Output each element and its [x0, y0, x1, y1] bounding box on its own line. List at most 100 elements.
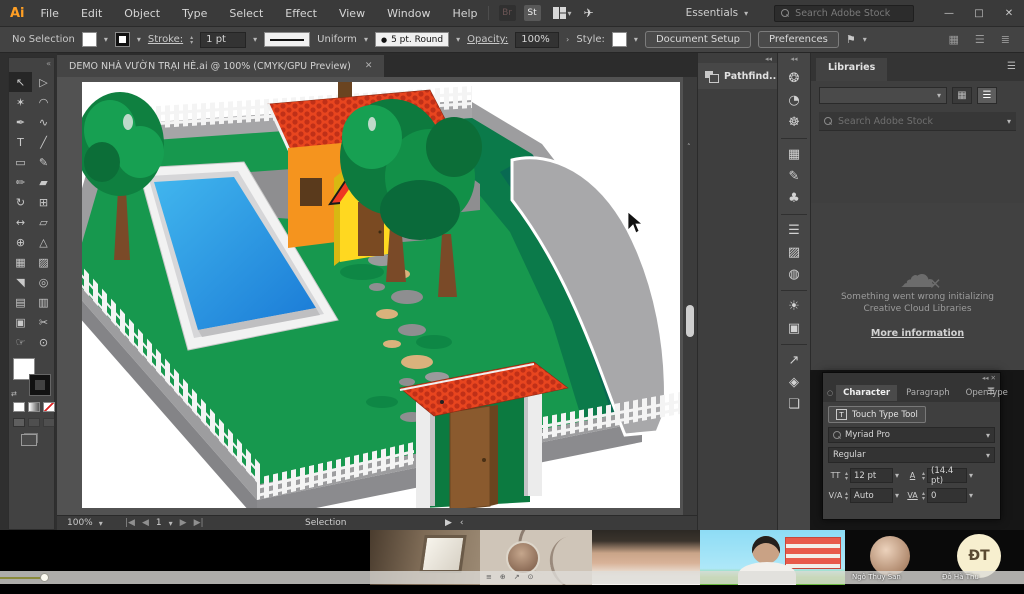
chevron-down-icon[interactable]: ▾ [456, 35, 460, 44]
mesh-tool[interactable]: ▦ [9, 252, 32, 272]
line-segment-tool[interactable]: ╱ [32, 132, 55, 152]
color-themes-icon[interactable]: ☸ [781, 111, 807, 133]
type-tool[interactable]: T [9, 132, 32, 152]
collapse-panel-icon[interactable]: ◂◂ [698, 53, 777, 63]
brush-dropdown[interactable]: ● 5 pt. Round [375, 32, 449, 47]
libraries-search[interactable]: Search Adobe Stock ▾ [819, 112, 1016, 131]
menu-select[interactable]: Select [229, 7, 263, 20]
maximize-button[interactable]: □ [964, 0, 994, 26]
panel-menu-icon[interactable]: ☰ [1007, 61, 1016, 72]
hand-tool[interactable]: ☞ [9, 332, 32, 352]
chevron-down-icon[interactable]: ▾ [364, 35, 368, 44]
pen-tool[interactable]: ✒ [9, 112, 32, 132]
brushes-icon[interactable]: ✎ [781, 165, 807, 187]
width-profile-label[interactable]: Uniform [317, 34, 357, 45]
kerning-field[interactable]: Auto [850, 488, 893, 503]
slice-tool[interactable]: ✂ [32, 312, 55, 332]
width-tool[interactable]: ↔ [9, 212, 32, 232]
libraries-tab[interactable]: Libraries [816, 58, 887, 81]
chevron-down-icon[interactable]: ▾ [1007, 117, 1011, 126]
stroke-swatch[interactable] [115, 32, 130, 47]
menu-window[interactable]: Window [387, 7, 430, 20]
artboard-tool[interactable]: ▣ [9, 312, 32, 332]
adobe-stock-search[interactable]: Search Adobe Stock [774, 5, 914, 22]
scale-tool[interactable]: ⊞ [32, 192, 55, 212]
layers-icon[interactable]: ◈ [781, 371, 807, 393]
zoom-tool[interactable]: ⊙ [32, 332, 55, 352]
artboards-icon[interactable]: ❏ [781, 393, 807, 415]
menu-edit[interactable]: Edit [81, 7, 102, 20]
eyedropper-tool[interactable]: ◥ [9, 272, 32, 292]
isolate-icon[interactable]: ⚑ [846, 33, 856, 46]
player-control-icon[interactable]: ⊕ [500, 573, 506, 581]
play-icon[interactable]: ▶ [445, 518, 452, 528]
bridge-icon[interactable]: Br [499, 5, 516, 21]
artboard[interactable] [82, 82, 680, 508]
gradient-mode-button[interactable] [28, 402, 40, 412]
shaper-tool[interactable]: ✏ [9, 172, 32, 192]
canvas[interactable] [57, 77, 697, 515]
draw-normal-button[interactable] [13, 418, 25, 427]
appearance-icon[interactable]: ☀ [781, 290, 807, 317]
artboard-number[interactable]: 1 [156, 518, 162, 528]
tab-paragraph[interactable]: Paragraph [899, 385, 957, 401]
touch-type-tool-button[interactable]: T Touch Type Tool [828, 406, 926, 423]
last-artboard-button[interactable]: ▶| [194, 518, 204, 528]
font-size-field[interactable]: 12 pt [850, 468, 893, 483]
menu-file[interactable]: File [41, 7, 59, 20]
stroke-icon[interactable]: ☰ [781, 214, 807, 241]
swatches-icon[interactable]: ▦ [781, 138, 807, 165]
stroke-color-swatch[interactable] [29, 374, 51, 396]
player-control-icon[interactable]: ⊙ [528, 573, 534, 581]
menu-object[interactable]: Object [124, 7, 160, 20]
chevron-down-icon[interactable]: ▾ [568, 9, 572, 18]
menu-type[interactable]: Type [182, 7, 207, 20]
color-mode-button[interactable] [13, 402, 25, 412]
draw-inside-button[interactable] [43, 418, 55, 427]
color-panel-icon[interactable]: ❂ [781, 67, 807, 89]
stroke-weight-field[interactable]: 1 pt [200, 32, 246, 48]
curvature-tool[interactable]: ∿ [32, 112, 55, 132]
rotate-tool[interactable]: ↻ [9, 192, 32, 212]
grid-icon[interactable]: ▦ [949, 33, 959, 46]
panel-menu-icon[interactable]: ☰ [987, 387, 995, 397]
direct-selection-tool[interactable]: ▷ [32, 72, 55, 92]
zoom-control[interactable]: 100% ▾ [67, 518, 103, 528]
color-guide-icon[interactable]: ◔ [781, 89, 807, 111]
opacity-field[interactable]: 100% [515, 32, 559, 48]
chevron-down-icon[interactable]: ▾ [895, 491, 899, 500]
lasso-tool[interactable]: ◠ [32, 92, 55, 112]
collapse-dock-icon[interactable]: ◂◂ [778, 53, 810, 63]
export-icon[interactable]: ↗ [781, 344, 807, 371]
paintbrush-tool[interactable]: ✎ [32, 152, 55, 172]
style-swatch[interactable] [612, 32, 627, 47]
pathfinder-panel-tab[interactable]: Pathfind... [698, 63, 777, 89]
screen-mode-button[interactable] [21, 434, 37, 446]
list-view-button[interactable]: ☰ [977, 87, 997, 104]
menu-effect[interactable]: Effect [285, 7, 317, 20]
rectangle-tool[interactable]: ▭ [9, 152, 32, 172]
close-tab-icon[interactable]: ✕ [365, 61, 373, 71]
font-family-field[interactable]: Myriad Pro ▾ [828, 427, 995, 443]
tracking-field[interactable]: 0 [927, 488, 967, 503]
menu-help[interactable]: Help [452, 7, 477, 20]
none-mode-button[interactable] [43, 402, 55, 412]
close-button[interactable]: ✕ [994, 0, 1024, 26]
dock-panel-icon[interactable]: ☰ [975, 33, 985, 46]
perspective-grid-tool[interactable]: △ [32, 232, 55, 252]
chevron-down-icon[interactable]: ▾ [634, 35, 638, 44]
collapse-toolbar-icon[interactable]: « [46, 59, 51, 68]
back-icon[interactable]: ‹ [460, 518, 464, 528]
free-transform-tool[interactable]: ▱ [32, 212, 55, 232]
symbols-icon[interactable]: ♣ [781, 187, 807, 209]
stroke-link[interactable]: Stroke: [148, 34, 183, 45]
gradient-tool[interactable]: ▨ [32, 252, 55, 272]
blend-tool[interactable]: ◎ [32, 272, 55, 292]
selection-tool[interactable]: ↖ [9, 72, 32, 92]
transparency-icon[interactable]: ◍ [781, 263, 807, 285]
magic-wand-tool[interactable]: ✶ [9, 92, 32, 112]
tab-character[interactable]: Character [836, 385, 897, 401]
gradient-icon[interactable]: ▨ [781, 241, 807, 263]
eraser-tool[interactable]: ▰ [32, 172, 55, 192]
shape-builder-tool[interactable]: ⊕ [9, 232, 32, 252]
